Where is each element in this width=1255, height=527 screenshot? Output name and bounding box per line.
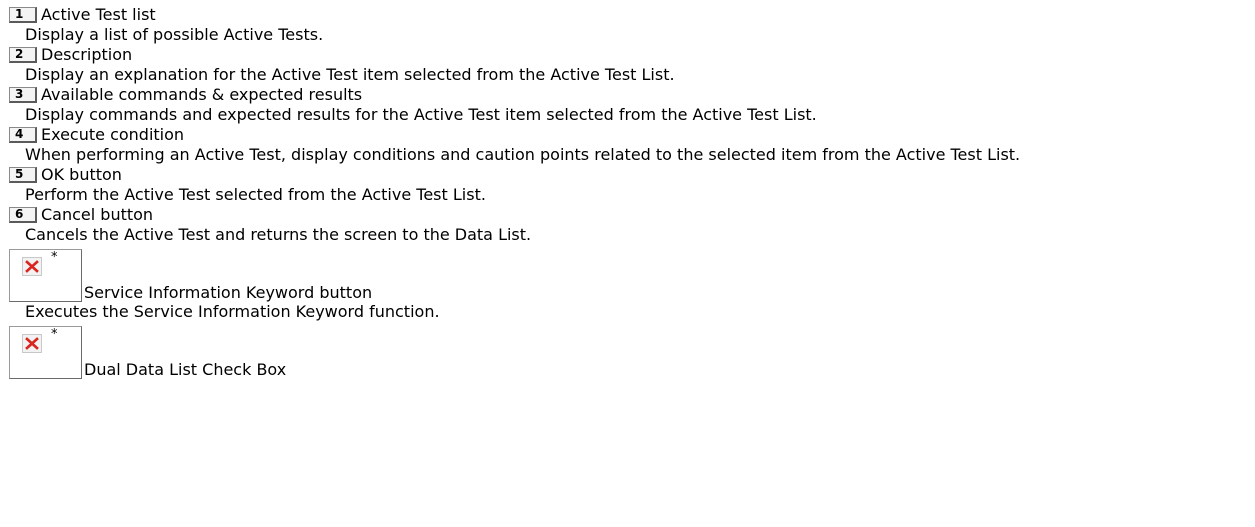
item-title: Cancel button	[41, 205, 154, 224]
number-badge: 6	[9, 207, 37, 223]
item-description: Display commands and expected results fo…	[25, 105, 817, 124]
list-item: 4 Execute condition When performing an Ac…	[9, 125, 1255, 165]
missing-image-placeholder: *	[9, 249, 82, 302]
number-badge: 5	[9, 167, 37, 183]
item-title: OK button	[41, 165, 122, 184]
asterisk-marker: *	[51, 327, 58, 342]
item-description: Display an explanation for the Active Te…	[25, 65, 675, 84]
item-description: When performing an Active Test, display …	[25, 145, 1021, 164]
missing-image-placeholder: *	[9, 326, 82, 379]
broken-image-icon	[22, 334, 42, 353]
item-description: Perform the Active Test selected from th…	[25, 185, 486, 204]
item-title: Description	[41, 45, 133, 64]
document-body: 1 Active Test list Display a list of poss…	[0, 0, 1255, 379]
item-description: Executes the Service Information Keyword…	[25, 302, 440, 321]
list-item: 2 Description Display an explanation for …	[9, 45, 1255, 85]
item-title: Execute condition	[41, 125, 185, 144]
number-badge: 1	[9, 7, 37, 23]
number-badge: 2	[9, 47, 37, 63]
number-badge: 4	[9, 127, 37, 143]
list-item: 6 Cancel button Cancels the Active Test a…	[9, 205, 1255, 245]
number-badge: 3	[9, 87, 37, 103]
item-description: Cancels the Active Test and returns the …	[25, 225, 532, 244]
item-title: Dual Data List Check Box	[84, 360, 287, 379]
list-item: 3 Available commands & expected results D…	[9, 85, 1255, 125]
item-title: Active Test list	[41, 5, 156, 24]
broken-image-icon	[22, 257, 42, 276]
list-item: * Dual Data List Check Box	[9, 326, 1255, 379]
item-title: Available commands & expected results	[41, 85, 363, 104]
list-item: 5 OK button Perform the Active Test selec…	[9, 165, 1255, 205]
item-title: Service Information Keyword button	[84, 283, 373, 302]
list-item: * Service Information Keyword button Exe…	[9, 249, 1255, 322]
item-description: Display a list of possible Active Tests.	[25, 25, 324, 44]
list-item: 1 Active Test list Display a list of poss…	[9, 5, 1255, 45]
asterisk-marker: *	[51, 250, 58, 265]
